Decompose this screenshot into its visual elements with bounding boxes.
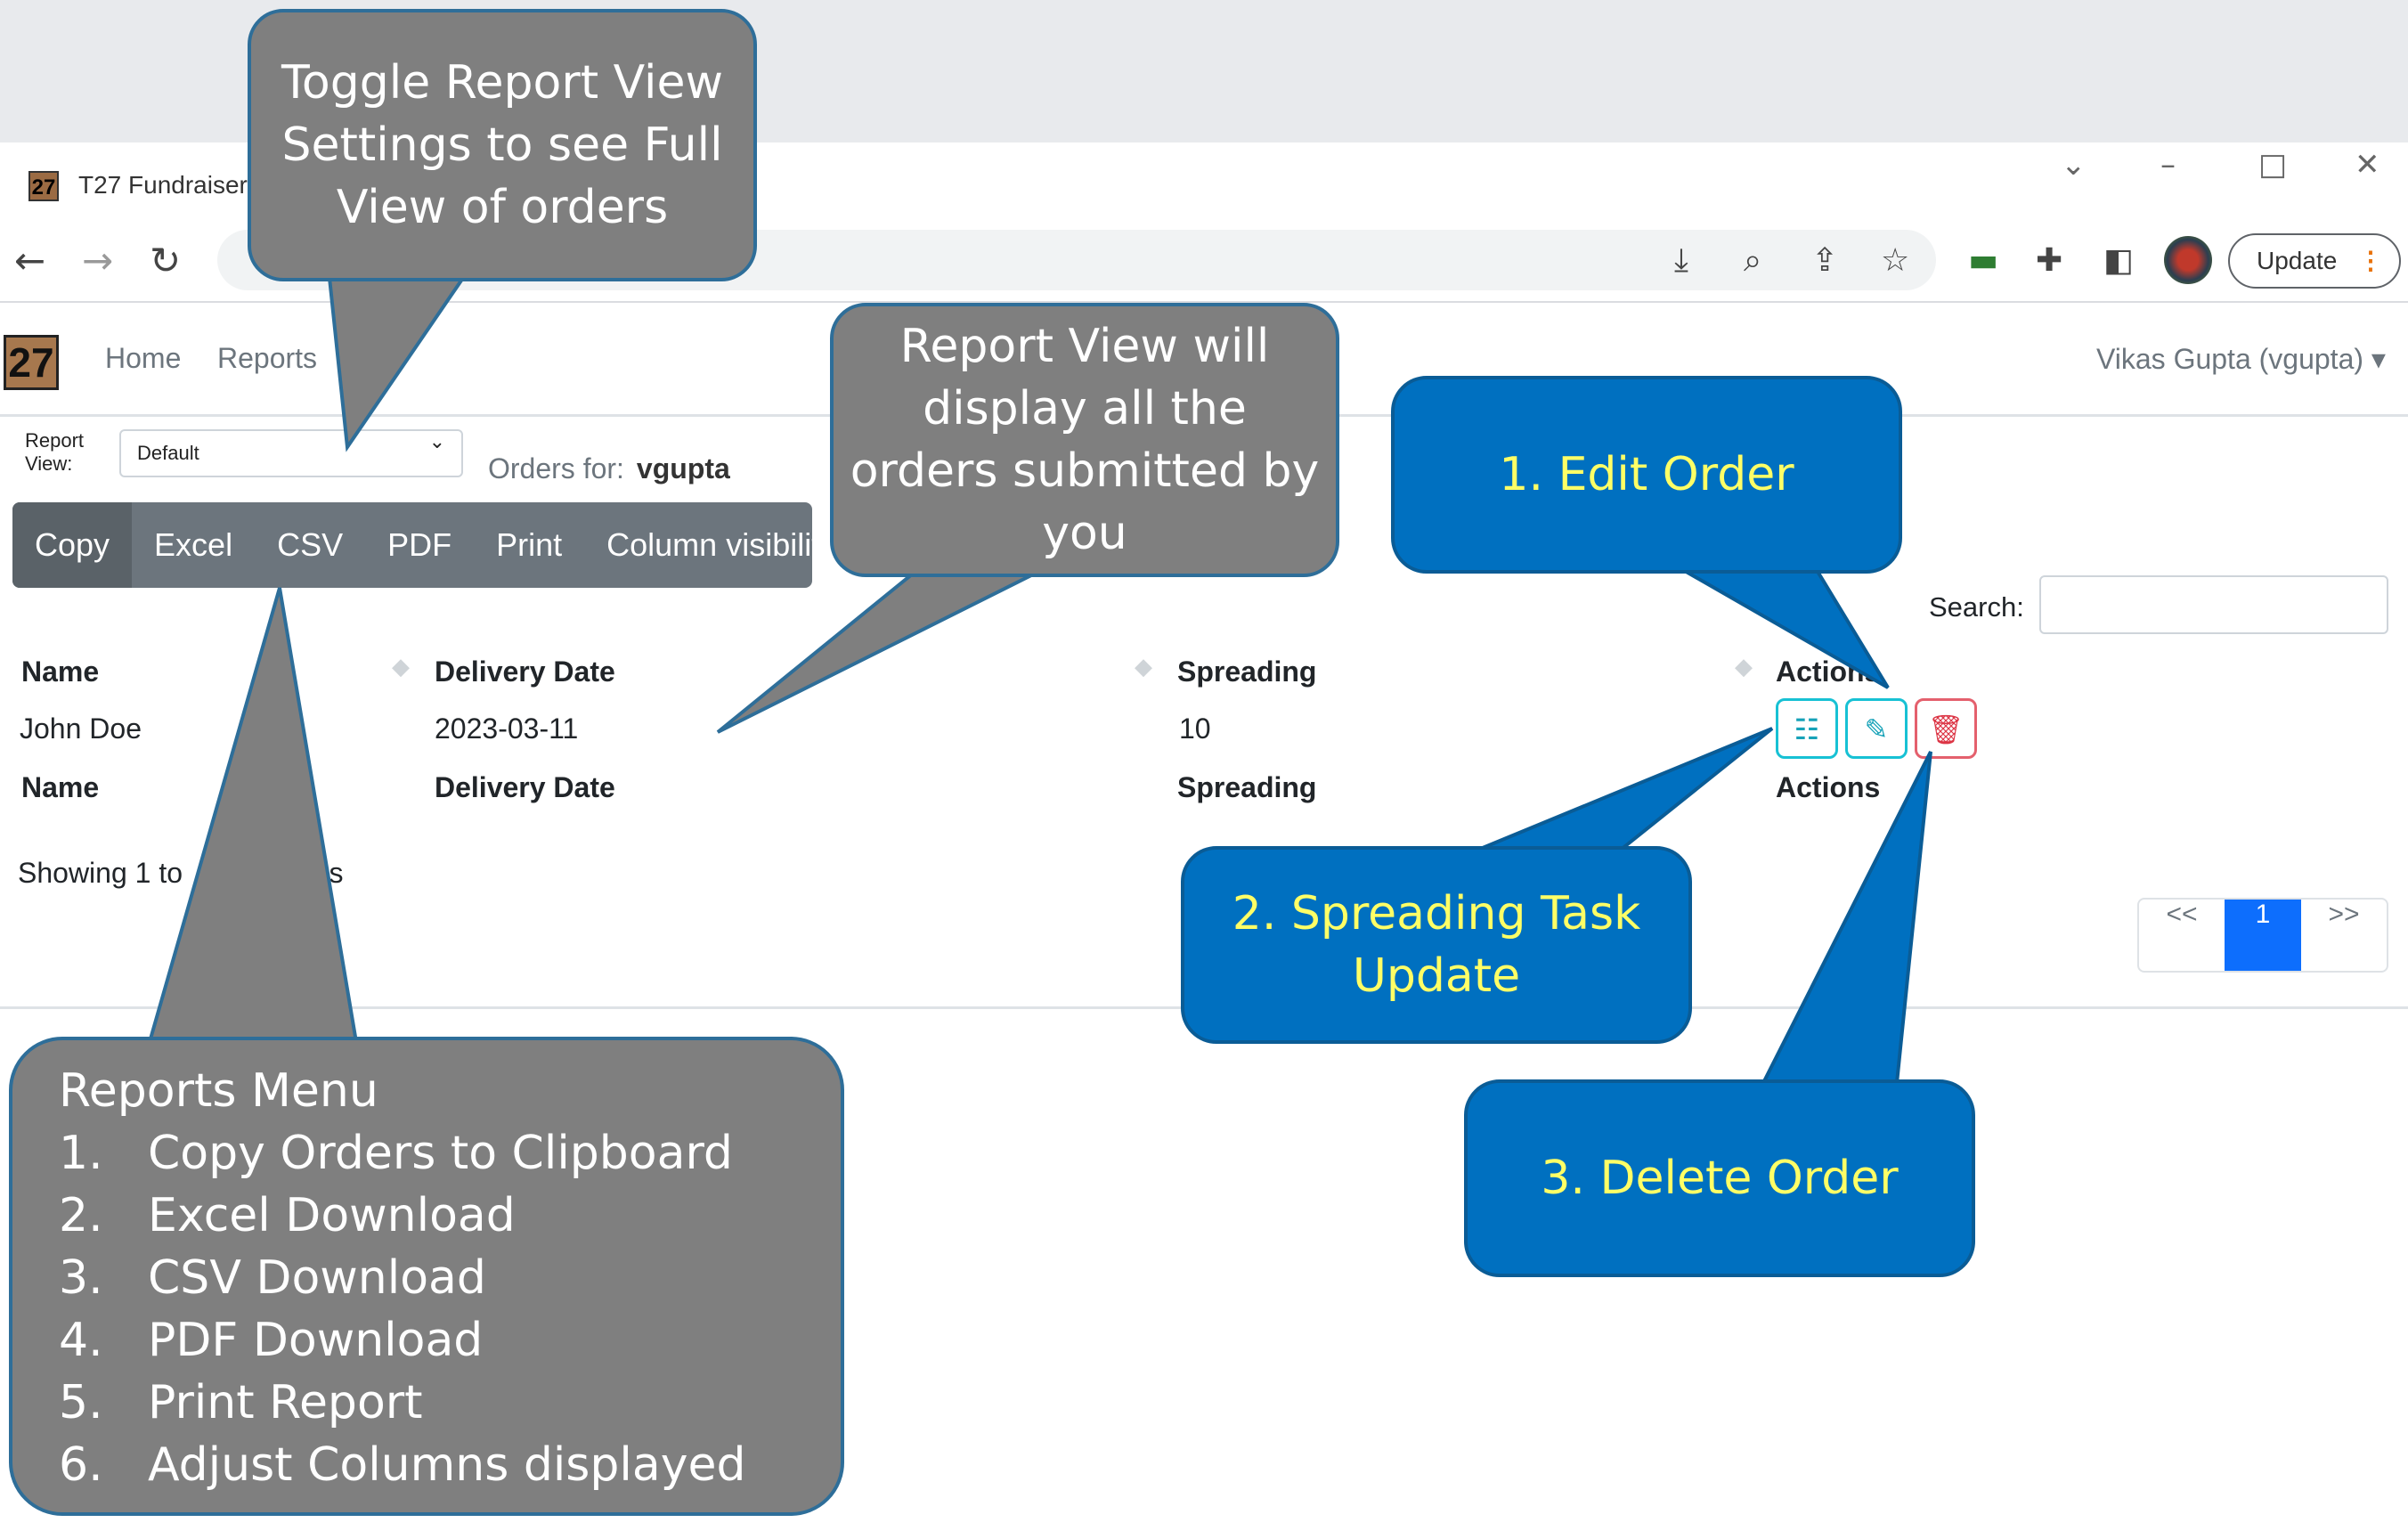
reports-menu-item: 2. Excel Download [59, 1189, 516, 1242]
callout-report-view: Report View will display all the orders … [830, 303, 1339, 577]
report-view-callout-pointer [716, 568, 1043, 734]
callout-reports-menu: Reports Menu 1. Copy Orders to Clipboard … [9, 1037, 844, 1516]
reports-menu-item: 3. CSV Download [59, 1251, 486, 1305]
callout-delete-order: 3. Delete Order [1464, 1079, 1975, 1277]
reports-menu-item: 1. Copy Orders to Clipboard [59, 1127, 733, 1180]
callout-toggle-report-view: Toggle Report View Settings to see Full … [248, 9, 757, 281]
edit-callout-pointer [1676, 568, 1890, 689]
reports-menu-item: 5. Print Report [59, 1376, 423, 1429]
callout-edit-order: 1. Edit Order [1391, 376, 1902, 574]
callout-spreading-task: 2. Spreading Task Update [1181, 846, 1692, 1044]
toggle-callout-pointer [327, 276, 467, 452]
reports-menu-item: 6. Adjust Columns displayed [59, 1438, 746, 1492]
reports-menu-item: 4. PDF Download [59, 1314, 484, 1367]
spreading-callout-pointer [1477, 727, 1774, 851]
reports-menu-title: Reports Menu [59, 1064, 378, 1118]
menu-callout-pointer [147, 587, 359, 1044]
delete-callout-pointer [1760, 751, 1932, 1085]
